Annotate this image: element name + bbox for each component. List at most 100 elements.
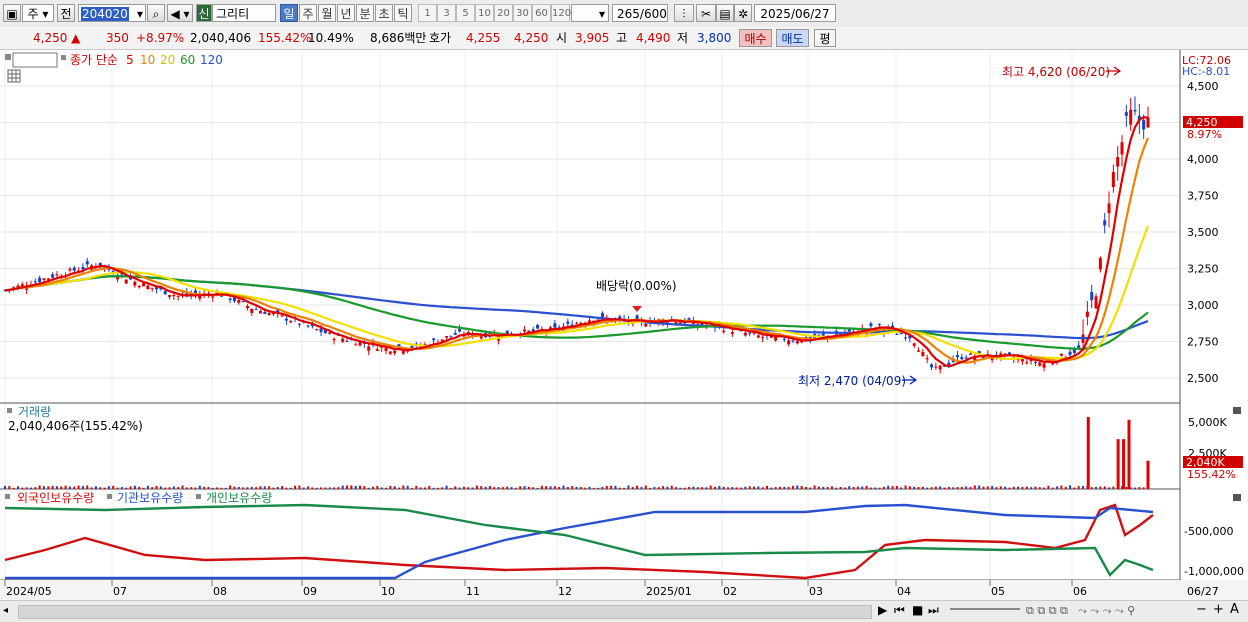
candle-body [821,333,825,336]
candle-body [449,335,453,337]
candle-body [1077,345,1081,349]
volume-bar [692,486,695,489]
volume-bar [748,486,751,489]
volume-bar [233,486,236,489]
market-select[interactable]: 주 ▾ [22,4,54,22]
volume-bar [385,487,387,489]
volume-spike [1116,439,1120,489]
legend-individual: 개인보유수량 [206,491,272,505]
interval-120[interactable]: 120 [551,4,571,22]
volume-bar [47,486,50,489]
candle-body [925,358,929,360]
price-tick: 3,750 [1187,190,1219,203]
sell-button[interactable]: 매도 [776,29,809,47]
period-second[interactable]: 초 [375,4,393,22]
interval-5[interactable]: 5 [456,4,475,22]
zoom-in-icon[interactable]: + [1213,602,1224,617]
zoom-slider[interactable] [950,608,1020,610]
period-tick[interactable]: 틱 [394,4,412,22]
quote-bar: 4,250 ▲ 350 +8.97% 2,040,406 155.42% 10.… [0,27,1248,50]
volume-bar [164,487,167,489]
search-icon[interactable]: ⌕ [147,4,165,22]
scroll-track[interactable] [18,605,872,619]
date-field[interactable]: 2025/06/27 [754,4,836,22]
period-day[interactable]: 일 [280,4,298,22]
bidask-label: 호가 [429,31,452,45]
volume-bar [51,486,54,489]
candle-body [1124,112,1128,116]
period-month[interactable]: 월 [318,4,336,22]
speaker-icon[interactable]: ◀ ▾ [167,4,193,22]
save-icon[interactable]: ▤ [716,4,734,22]
volume-bar [800,485,803,489]
volume-bar [913,486,916,489]
draw-tool-icons[interactable]: ⤳ ⤳ ⤳ ⤳ ⚲ [1078,604,1135,618]
scroll-left-icon[interactable]: ◂ [3,604,15,618]
volume-bar [436,487,439,489]
volume-bar [592,487,595,489]
candle-body [1116,157,1120,167]
volume-bar [285,487,288,489]
period-week[interactable]: 주 [299,4,317,22]
candle-body [600,313,604,318]
interval-60[interactable]: 60 [532,4,551,22]
volume-bar [973,485,976,489]
nav-last-icon[interactable]: ⏭ [928,603,939,618]
nav-first-icon[interactable]: ⏮ [894,603,905,618]
buy-button[interactable]: 매수 [739,29,772,47]
volume-bar [869,487,872,489]
auto-scale-icon[interactable]: A [1230,602,1239,617]
period-minute[interactable]: 분 [356,4,374,22]
volume-bar [735,487,738,489]
chevron-down-icon[interactable]: ▾ [137,5,143,23]
volume-bar [1038,487,1041,489]
gear-icon[interactable]: ✲ [734,4,752,22]
candle-body [176,295,180,297]
interval-30[interactable]: 30 [513,4,532,22]
chart-area[interactable]: 그리티 종가 단순 5 10 20 60 120 최고 4,620 (06/20… [0,50,1248,600]
panel-close-icon[interactable] [1233,407,1241,414]
zoom-out-icon[interactable]: − [1196,602,1207,617]
eval-button[interactable]: 평 [814,29,836,47]
volume-bar [774,487,777,489]
count-field[interactable]: 265/600 [612,4,668,22]
open-label: 시 [556,31,568,45]
panel-close-icon[interactable] [1233,494,1241,501]
candle-body [968,353,972,355]
candle-body [211,296,215,298]
interval-select[interactable]: ▾ [571,4,609,22]
candle-body [267,312,271,315]
candle-body [878,323,882,325]
volume-bar [835,487,838,489]
volume-bar [445,485,448,489]
window-menu-icon[interactable]: ▣ [3,4,21,22]
tools-icon[interactable]: ✂ [696,4,716,22]
period-year[interactable]: 년 [337,4,355,22]
volume-bar [341,485,344,489]
volume-bar [246,487,249,489]
volume-bar [190,487,193,489]
candle-type-icon[interactable]: ⫶ [674,4,694,22]
volume-bar [1064,486,1067,489]
interval-20[interactable]: 20 [494,4,513,22]
nav-play-icon[interactable]: ▶ [878,603,887,617]
interval-10[interactable]: 10 [475,4,494,22]
layout-icons[interactable]: ⧉ ⧉ ⧉ ⧉ [1026,604,1068,618]
interval-1[interactable]: 1 [418,4,437,22]
candle-body [1129,109,1133,125]
nav-stop-icon[interactable]: ■ [912,603,923,617]
low-annotation: 최저 2,470 (04/09) [798,374,906,388]
volume-bar [298,485,301,489]
x-tick: 06 [1073,585,1087,598]
candle-body [168,295,172,297]
code-input[interactable]: 204020 ▾ [78,4,146,22]
interval-3[interactable]: 3 [437,4,456,22]
volume-bar [151,487,154,489]
table-icon[interactable] [7,69,21,83]
volume-bar [328,487,331,489]
chart-stock-tag[interactable]: 그리티 [15,53,49,68]
volume-bar [679,487,682,489]
volume-bar [198,485,201,489]
prev-button[interactable]: 전 [57,4,75,22]
volume-bar [294,485,297,489]
